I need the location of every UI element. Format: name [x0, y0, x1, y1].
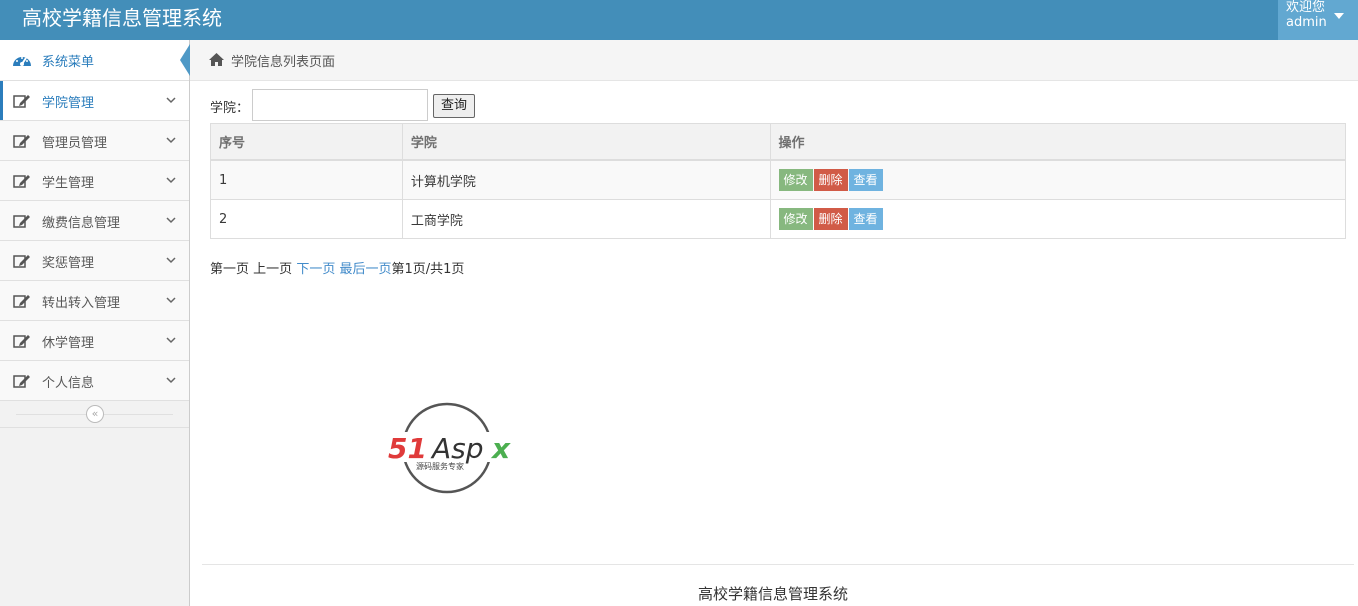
pagination: 第一页 上一页 下一页 最后一页第1页/共1页 [210, 258, 464, 277]
chevron-down-icon [166, 297, 176, 304]
sidebar-item-rewards[interactable]: 奖惩管理 [0, 241, 189, 281]
college-name: 工商学院 [401, 199, 771, 239]
edit-icon [13, 255, 30, 268]
user-name: admin [1286, 15, 1327, 30]
app-title: 高校学籍信息管理系统 [22, 6, 222, 30]
sidebar-item-label: 奖惩管理 [42, 256, 95, 271]
edit-icon [13, 215, 30, 228]
edit-button[interactable]: 修改 [778, 208, 813, 230]
svg-text:源码服务专家: 源码服务专家 [416, 461, 464, 471]
sidebar-item-label: 转出转入管理 [42, 296, 121, 311]
chevron-down-icon [166, 137, 176, 144]
sidebar-item-suspension[interactable]: 休学管理 [0, 321, 189, 361]
edit-icon [13, 95, 30, 108]
next-page-link[interactable]: 下一页 [296, 262, 335, 277]
sidebar-item-label: 休学管理 [42, 336, 95, 351]
svg-text:Asp: Asp [430, 432, 484, 465]
sidebar-collapse-row: « [0, 401, 189, 428]
sidebar-item-label: 管理员管理 [42, 136, 108, 151]
column-header: 操作 [769, 123, 1346, 161]
page-status: 第1页/共1页 [391, 262, 465, 277]
51aspx-logo: 51 Asp x 源码服务专家 [386, 402, 512, 494]
sidebar-item-transfer[interactable]: 转出转入管理 [0, 281, 189, 321]
footer-divider [202, 564, 1354, 565]
chevron-down-icon [166, 257, 176, 264]
edit-icon [13, 175, 30, 188]
svg-text:51: 51 [388, 432, 427, 465]
column-header: 学院 [401, 123, 771, 161]
chevron-down-icon [166, 97, 176, 104]
row-actions: 修改 删除 查看 [769, 159, 1346, 200]
sidebar-item-label: 学院管理 [42, 96, 95, 111]
prev-page-text: 上一页 [253, 262, 293, 277]
edit-icon [13, 375, 30, 388]
view-button[interactable]: 查看 [848, 208, 883, 230]
footer-text: 高校学籍信息管理系统 [698, 585, 849, 603]
welcome-text: 欢迎您 [1286, 0, 1326, 15]
search-button[interactable]: 查询 [433, 94, 475, 118]
sidebar-header: 系统菜单 [0, 40, 190, 81]
view-button[interactable]: 查看 [848, 169, 883, 191]
college-name: 计算机学院 [401, 159, 771, 200]
breadcrumb-current: 学院信息列表页面 [231, 55, 336, 70]
top-navbar: 高校学籍信息管理系统 欢迎您 admin [0, 0, 1358, 40]
chevron-down-icon [166, 337, 176, 344]
active-indicator [0, 81, 3, 120]
sidebar-item-admin[interactable]: 管理员管理 [0, 121, 189, 161]
edit-button[interactable]: 修改 [778, 169, 813, 191]
sidebar-item-label: 缴费信息管理 [42, 216, 121, 231]
delete-button[interactable]: 删除 [813, 208, 848, 230]
row-number: 2 [210, 199, 403, 239]
college-table: 序号 学院 操作 1 计算机学院 修改 删除 查看 2 工商学院 修改 删除 查看 [210, 123, 1346, 239]
edit-icon [13, 295, 30, 308]
home-icon[interactable] [208, 52, 225, 67]
first-page-text: 第一页 [210, 262, 250, 277]
breadcrumb: 学院信息列表页面 [190, 40, 1358, 81]
sidebar-item-student[interactable]: 学生管理 [0, 161, 189, 201]
delete-button[interactable]: 删除 [813, 169, 848, 191]
search-label: 学院： [210, 101, 250, 116]
svg-text:x: x [490, 432, 511, 465]
table-header-row: 序号 学院 操作 [210, 123, 1346, 161]
sidebar-item-profile[interactable]: 个人信息 [0, 361, 189, 401]
row-actions: 修改 删除 查看 [769, 199, 1346, 239]
sidebar-item-college[interactable]: 学院管理 [0, 81, 189, 121]
edit-icon [13, 135, 30, 148]
table-row: 1 计算机学院 修改 删除 查看 [210, 159, 1346, 200]
table-row: 2 工商学院 修改 删除 查看 [210, 199, 1346, 239]
chevron-down-icon [166, 377, 176, 384]
chevron-down-icon [166, 177, 176, 184]
user-menu[interactable]: 欢迎您 admin [1278, 0, 1358, 40]
column-header: 序号 [210, 123, 403, 161]
collapse-sidebar-icon[interactable]: « [86, 405, 104, 423]
row-number: 1 [210, 159, 403, 200]
sidebar-item-label: 个人信息 [42, 376, 95, 391]
last-page-link[interactable]: 最后一页 [339, 262, 391, 277]
sidebar: 系统菜单 学院管理 管理员管理 学生管理 缴费信息管理 奖惩管理 转出转入管理 … [0, 40, 190, 606]
sidebar-header-label: 系统菜单 [42, 55, 95, 70]
edit-icon [13, 335, 30, 348]
dashboard-icon [13, 57, 31, 66]
sidebar-item-fees[interactable]: 缴费信息管理 [0, 201, 189, 241]
chevron-down-icon [166, 217, 176, 224]
sidebar-pointer [180, 44, 190, 76]
caret-down-icon [1334, 13, 1344, 19]
college-search-input[interactable] [252, 89, 428, 121]
sidebar-item-label: 学生管理 [42, 176, 95, 191]
